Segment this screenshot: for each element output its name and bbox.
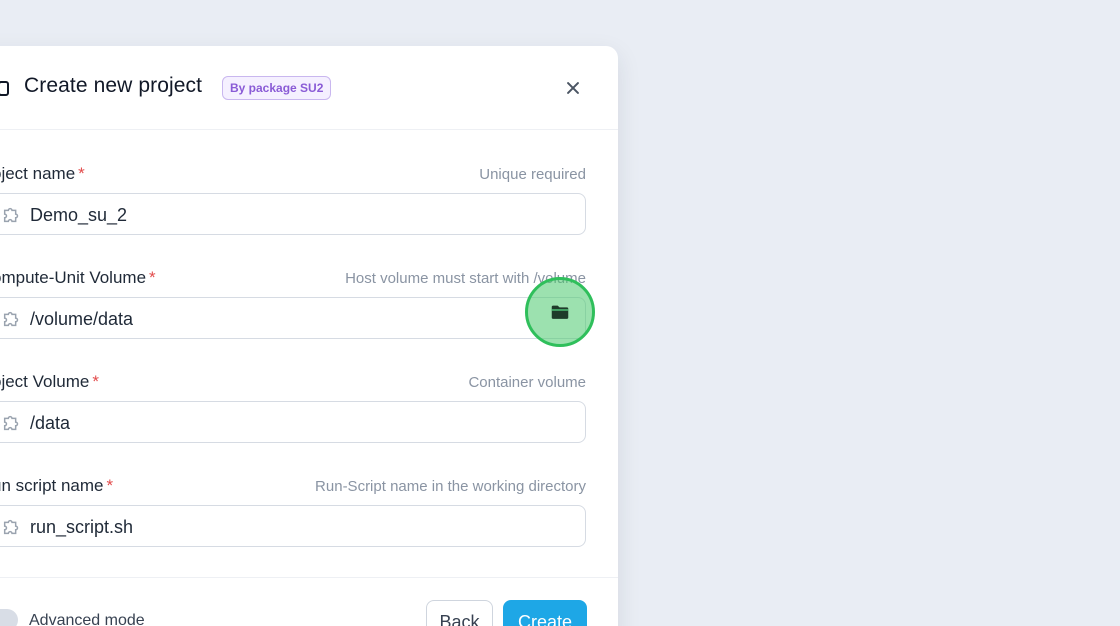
- run-script-name-input-box[interactable]: [0, 505, 586, 547]
- package-badge: By package SU2: [222, 76, 332, 100]
- puzzle-icon: [3, 311, 19, 327]
- advanced-mode-toggle[interactable]: [0, 609, 18, 626]
- project-name-input[interactable]: [30, 205, 510, 226]
- device-icon: [0, 81, 9, 96]
- close-icon[interactable]: [561, 76, 585, 100]
- background-text: [0, 0, 1120, 44]
- back-button[interactable]: Back: [426, 600, 493, 626]
- field-label: oject Volume *: [0, 372, 99, 391]
- field-label: un script name *: [0, 476, 114, 495]
- project-name-input-box[interactable]: [0, 193, 586, 235]
- advanced-mode-label: Advanced mode: [29, 612, 145, 626]
- field-hint: Unique required: [479, 166, 586, 183]
- dialog-title: Create new project: [24, 74, 203, 97]
- puzzle-icon: [3, 519, 19, 535]
- compute-unit-volume-input[interactable]: [30, 309, 510, 330]
- field-label: ompute-Unit Volume *: [0, 268, 156, 287]
- create-project-dialog: Create new project By package SU2 oject …: [0, 46, 618, 626]
- field-label: oject name *: [0, 164, 85, 183]
- dialog-header: Create new project By package SU2: [0, 46, 618, 130]
- project-volume-input[interactable]: [30, 413, 510, 434]
- dialog-footer: Advanced mode Back Create: [0, 577, 618, 626]
- run-script-name-input[interactable]: [30, 517, 510, 538]
- create-button[interactable]: Create: [503, 600, 587, 626]
- field-hint: Container volume: [468, 374, 586, 391]
- folder-icon: [551, 305, 569, 319]
- puzzle-icon: [3, 207, 19, 223]
- compute-unit-volume-input-box[interactable]: [0, 297, 586, 339]
- puzzle-icon: [3, 415, 19, 431]
- field-hint: Run-Script name in the working directory: [315, 478, 586, 495]
- browse-folder-button[interactable]: [525, 277, 595, 347]
- project-volume-input-box[interactable]: [0, 401, 586, 443]
